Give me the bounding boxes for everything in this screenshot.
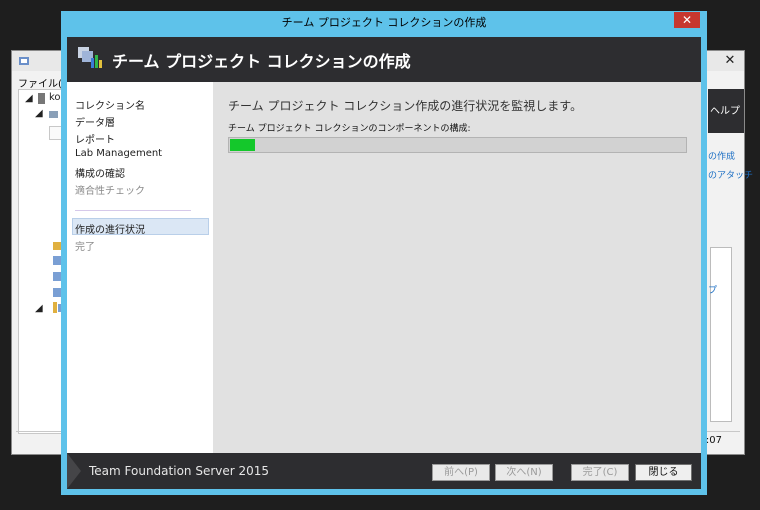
wizard-content: チーム プロジェクト コレクション作成の進行状況を監視します。 チーム プロジェ… [213, 82, 701, 453]
dialog-header: チーム プロジェクト コレクションの作成 [67, 37, 701, 82]
nav-divider [75, 210, 191, 211]
dialog-body: チーム プロジェクト コレクションの作成 コレクション名 データ層 レポート L… [67, 37, 701, 489]
content-heading: チーム プロジェクト コレクション作成の進行状況を監視します。 [228, 99, 583, 113]
footer-chevron-icon [67, 453, 81, 489]
component-config-label: チーム プロジェクト コレクションのコンポーネントの構成: [228, 124, 471, 134]
nav-item-review[interactable]: 構成の確認 [75, 165, 125, 180]
folder-icon [49, 111, 58, 118]
nav-item-data-tier[interactable]: データ層 [75, 114, 115, 129]
nav-item-collection-name[interactable]: コレクション名 [75, 97, 145, 112]
tree-expander-icon[interactable]: ◢ [25, 93, 33, 104]
tree-expander-icon[interactable]: ◢ [35, 303, 43, 314]
dialog-footer: Team Foundation Server 2015 前へ(P) 次へ(N) … [67, 453, 701, 489]
server-icon [38, 93, 45, 104]
dialog-close-button[interactable]: ✕ [674, 12, 700, 28]
background-tree[interactable]: ◢ ko ◢ ◢ [18, 89, 66, 434]
status-time: :07 [705, 435, 722, 446]
help-bar[interactable]: ヘルプ [708, 89, 744, 133]
action-link-create[interactable]: の作成 [708, 149, 735, 162]
nav-item-complete: 完了 [75, 242, 95, 253]
nav-item-readiness-checks: 適合性チェック [75, 186, 145, 197]
create-collection-dialog: チーム プロジェクト コレクションの作成 ✕ チーム プロジェクト コレクション… [61, 11, 707, 495]
nav-item-lab-management[interactable]: Lab Management [75, 148, 162, 159]
finish-button[interactable]: 完了(C) [571, 464, 629, 481]
dialog-window-title: チーム プロジェクト コレクションの作成 [281, 16, 487, 29]
wizard-nav: コレクション名 データ層 レポート Lab Management 構成の確認 適… [67, 82, 213, 453]
tree-node-server[interactable]: ko [49, 92, 61, 103]
background-close-button[interactable]: ✕ [720, 53, 740, 68]
nav-item-reports[interactable]: レポート [75, 131, 115, 146]
nav-item-progress[interactable]: 作成の進行状況 [75, 221, 145, 236]
prev-button[interactable]: 前へ(P) [432, 464, 490, 481]
action-link-attach[interactable]: のアタッチ [708, 168, 753, 181]
background-detail-panel [710, 247, 732, 422]
dialog-header-title: チーム プロジェクト コレクションの作成 [112, 52, 411, 71]
tree-expander-icon[interactable]: ◢ [35, 108, 43, 119]
action-link-help[interactable]: プ [708, 283, 717, 296]
next-button[interactable]: 次へ(N) [495, 464, 553, 481]
product-name: Team Foundation Server 2015 [89, 464, 270, 478]
progress-bar [228, 137, 687, 153]
console-app-icon [19, 57, 29, 65]
close-button[interactable]: 閉じる [635, 464, 692, 481]
progress-bar-fill [230, 139, 255, 151]
team-project-collection-icon [78, 47, 102, 68]
